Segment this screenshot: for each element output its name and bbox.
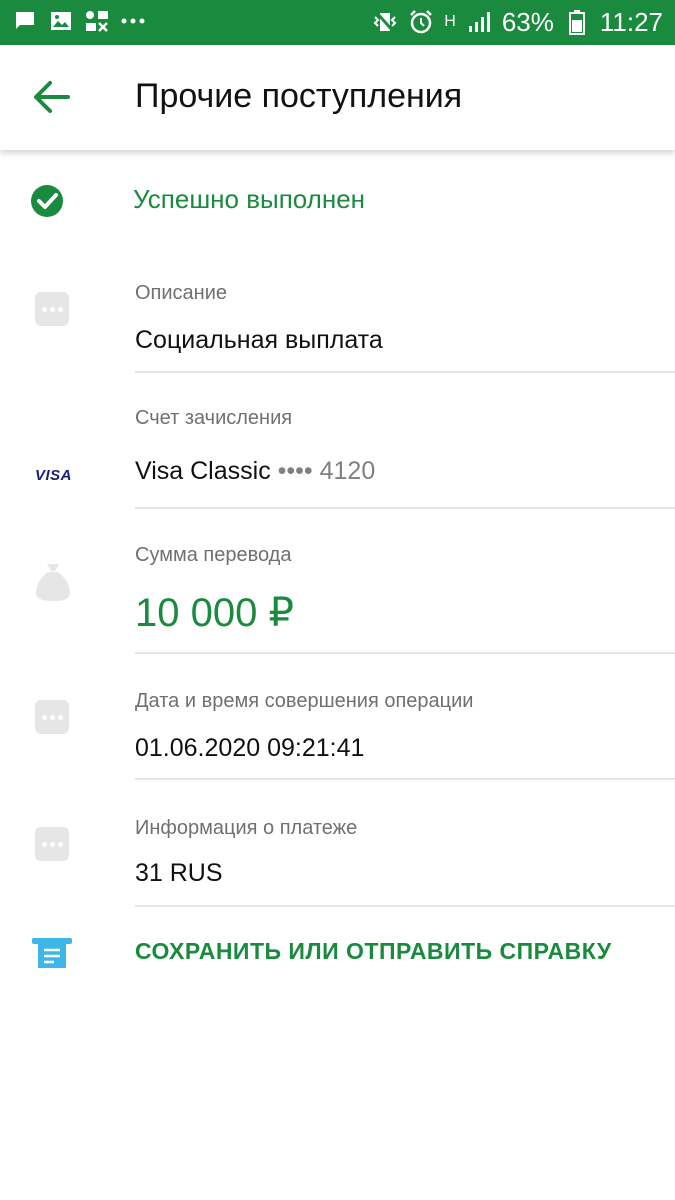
arrow-left-icon[interactable] — [32, 79, 72, 115]
signal-icon — [466, 9, 492, 35]
image-icon — [48, 8, 74, 34]
check-circle-icon — [30, 184, 64, 218]
money-bag-icon — [36, 562, 70, 607]
description-value: Социальная выплата — [135, 326, 383, 354]
more-dots-icon — [120, 8, 146, 34]
divider — [135, 905, 675, 907]
status-bar: H 63% 11:27 — [0, 0, 675, 45]
status-text: Успешно выполнен — [133, 184, 366, 214]
more-dots-icon — [35, 827, 69, 861]
visa-logo-icon: VISA — [35, 467, 73, 484]
battery-icon — [564, 9, 590, 35]
save-or-send-receipt-label: СОХРАНИТЬ ИЛИ ОТПРАВИТЬ СПРАВКУ — [135, 938, 612, 964]
vibrate-icon — [372, 9, 398, 35]
datetime-row: Дата и время совершения операции 01.06.2… — [0, 678, 675, 782]
payment-info-row: Информация о платеже 31 RUS — [0, 805, 675, 909]
alarm-icon — [408, 9, 434, 35]
divider — [135, 371, 675, 373]
amount-label: Сумма перевода — [135, 544, 292, 566]
payment-info-label: Информация о платеже — [135, 817, 358, 839]
chat-icon — [12, 8, 38, 34]
app-bar: Прочие поступления — [0, 45, 675, 150]
card-mask: •••• 4120 — [277, 457, 376, 485]
operation-status: Успешно выполнен — [0, 170, 675, 230]
description-row: Описание Социальная выплата — [0, 270, 675, 374]
battery-percent: 63% — [501, 7, 554, 37]
card-name: Visa Classic — [135, 457, 271, 485]
account-row: VISA Счет зачисления Visa Classic •••• 4… — [0, 395, 675, 511]
datetime-label: Дата и время совершения операции — [135, 690, 474, 712]
description-label: Описание — [135, 282, 228, 304]
payment-info-value: 31 RUS — [135, 859, 223, 887]
receipt-icon — [32, 936, 72, 975]
amount-row: Сумма перевода 10 000 ₽ — [0, 532, 675, 656]
more-dots-icon — [35, 700, 69, 734]
account-value: Visa Classic •••• 4120 — [135, 457, 375, 486]
amount-value: 10 000 ₽ — [135, 591, 294, 635]
clock: 11:27 — [599, 7, 663, 37]
divider — [135, 652, 675, 654]
divider — [135, 507, 675, 509]
network-type: H — [444, 13, 456, 30]
apps-icon — [84, 8, 110, 34]
datetime-value: 01.06.2020 09:21:41 — [135, 734, 365, 762]
page-title: Прочие поступления — [135, 77, 463, 115]
account-label: Счет зачисления — [135, 407, 293, 429]
divider — [135, 778, 675, 780]
more-dots-icon — [35, 292, 69, 326]
save-or-send-receipt-button[interactable]: СОХРАНИТЬ ИЛИ ОТПРАВИТЬ СПРАВКУ — [0, 930, 675, 980]
